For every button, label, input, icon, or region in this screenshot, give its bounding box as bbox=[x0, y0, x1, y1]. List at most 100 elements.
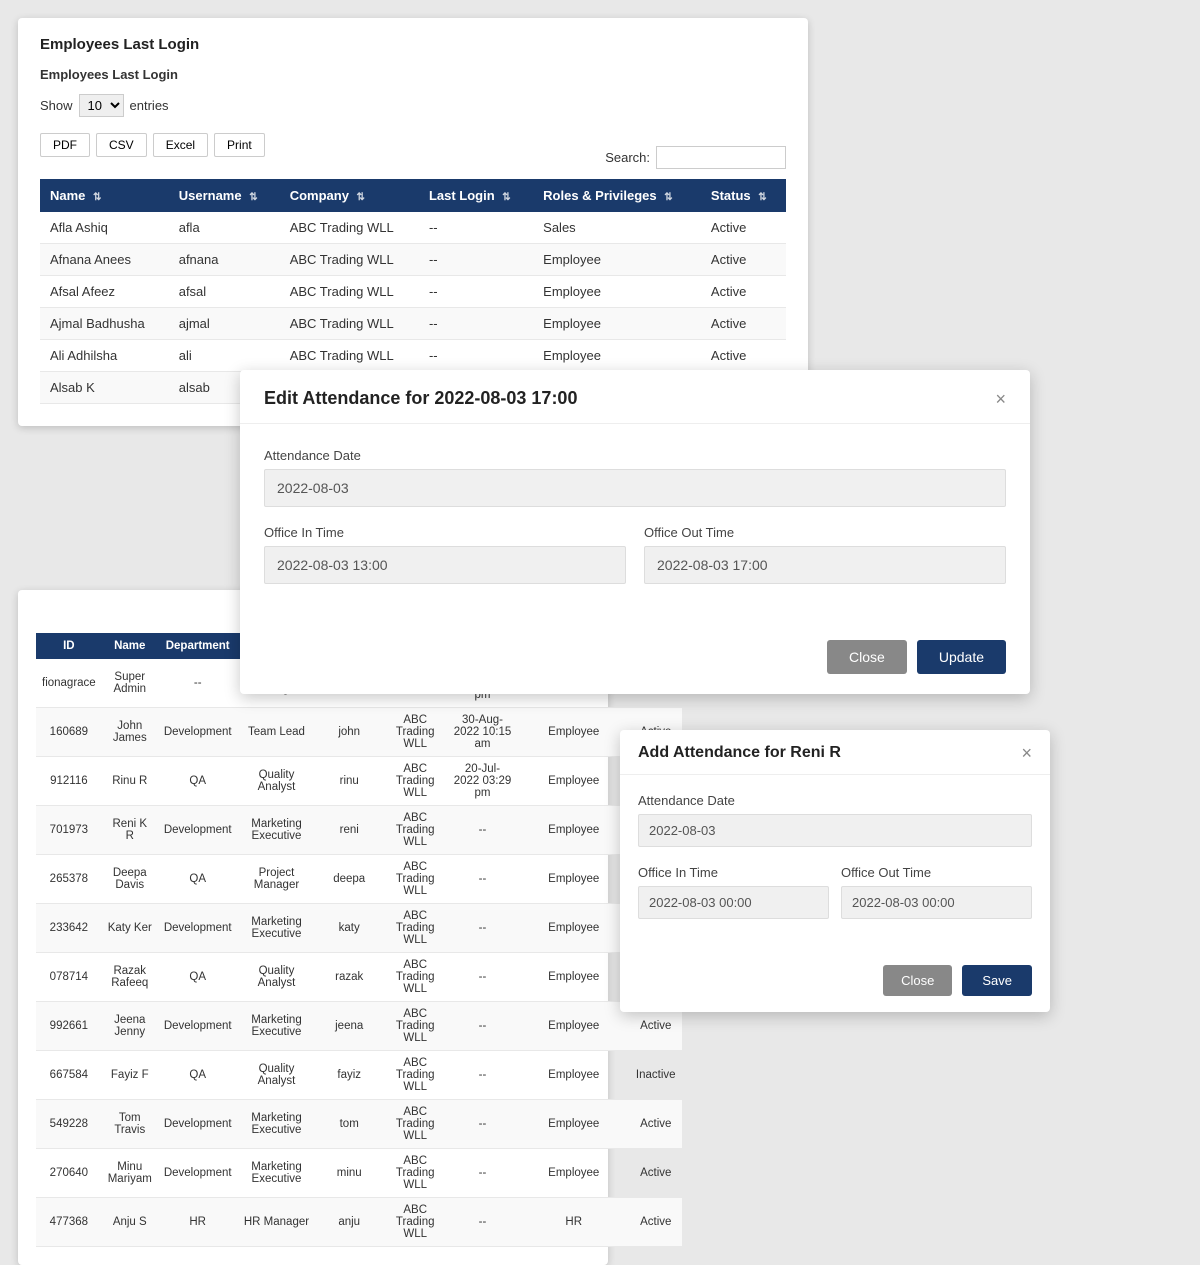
cell-name: Jeena Jenny bbox=[102, 1002, 158, 1051]
cell-name: Super Admin bbox=[102, 659, 158, 708]
modal-edit-title: Edit Attendance for 2022-08-03 17:00 bbox=[264, 388, 577, 409]
sort-icon-roles: ⇅ bbox=[664, 192, 672, 203]
table-row: Afsal Afeez afsal ABC Trading WLL -- Emp… bbox=[40, 276, 786, 308]
cell-company: ABC Trading WLL bbox=[383, 904, 447, 953]
office-in-value: 2022-08-03 13:00 bbox=[264, 546, 626, 584]
employees-top-card: Employees Last Login Employees Last Logi… bbox=[18, 18, 808, 426]
office-out-value: 2022-08-03 17:00 bbox=[644, 546, 1006, 584]
cell-lastlogin: 20-Jul-2022 03:29 pm bbox=[447, 757, 517, 806]
cell-username: minu bbox=[315, 1149, 383, 1198]
modal-add-title: Add Attendance for Reni R bbox=[638, 744, 841, 762]
col-dept: Department bbox=[158, 633, 238, 659]
add-save-button[interactable]: Save bbox=[962, 965, 1032, 996]
cell-dept: QA bbox=[158, 855, 238, 904]
cell-lastlogin: -- bbox=[447, 1002, 517, 1051]
cell-roles: Employee bbox=[518, 855, 630, 904]
cell-username: fayiz bbox=[315, 1051, 383, 1100]
table-row: Afnana Anees afnana ABC Trading WLL -- E… bbox=[40, 244, 786, 276]
cell-desig: Marketing Executive bbox=[238, 1100, 316, 1149]
cell-username: afnana bbox=[169, 244, 280, 276]
cell-dept: QA bbox=[158, 1051, 238, 1100]
add-office-in-label: Office In Time bbox=[638, 865, 829, 880]
search-input[interactable] bbox=[656, 146, 786, 169]
cell-name: Minu Mariyam bbox=[102, 1149, 158, 1198]
cell-status: Active bbox=[701, 244, 786, 276]
table-row: Ali Adhilsha ali ABC Trading WLL -- Empl… bbox=[40, 340, 786, 372]
cell-company: ABC Trading WLL bbox=[383, 1051, 447, 1100]
pdf-button[interactable]: PDF bbox=[40, 133, 90, 157]
cell-username: razak bbox=[315, 953, 383, 1002]
cell-id: 701973 bbox=[36, 806, 102, 855]
cell-name: Fayiz F bbox=[102, 1051, 158, 1100]
cell-username: katy bbox=[315, 904, 383, 953]
cell-dept: Development bbox=[158, 904, 238, 953]
show-entries-row: Show 10 25 50 entries bbox=[40, 94, 265, 117]
attendance-date-label: Attendance Date bbox=[264, 448, 1006, 463]
cell-lastlogin: -- bbox=[447, 806, 517, 855]
table-row: 265378 Deepa Davis QA Project Manager de… bbox=[36, 855, 682, 904]
cell-username: jeena bbox=[315, 1002, 383, 1051]
entries-select[interactable]: 10 25 50 bbox=[79, 94, 124, 117]
add-office-in-value: 2022-08-03 00:00 bbox=[638, 886, 829, 919]
sort-icon-name: ⇅ bbox=[93, 192, 101, 203]
cell-name: Afnana Anees bbox=[40, 244, 169, 276]
cell-desig: Project Manager bbox=[238, 855, 316, 904]
edit-close-button[interactable]: Close bbox=[827, 640, 907, 674]
add-office-in-group: Office In Time 2022-08-03 00:00 bbox=[638, 865, 829, 919]
cell-status: Active bbox=[701, 276, 786, 308]
cell-roles: Employee bbox=[518, 757, 630, 806]
table-row: 233642 Katy Ker Development Marketing Ex… bbox=[36, 904, 682, 953]
cell-desig: Quality Analyst bbox=[238, 757, 316, 806]
table-row: 992661 Jeena Jenny Development Marketing… bbox=[36, 1002, 682, 1051]
sort-icon-lastlogin: ⇅ bbox=[502, 192, 510, 203]
cell-username: ajmal bbox=[169, 308, 280, 340]
modal-add-close-icon[interactable]: × bbox=[1021, 744, 1032, 762]
cell-lastlogin: -- bbox=[447, 953, 517, 1002]
cell-id: 270640 bbox=[36, 1149, 102, 1198]
cell-name: Ajmal Badhusha bbox=[40, 308, 169, 340]
edit-attendance-modal: Edit Attendance for 2022-08-03 17:00 × A… bbox=[240, 370, 1030, 694]
attendance-date-group: Attendance Date 2022-08-03 bbox=[264, 448, 1006, 507]
office-in-label: Office In Time bbox=[264, 525, 626, 540]
cell-name: Rinu R bbox=[102, 757, 158, 806]
cell-desig: Marketing Executive bbox=[238, 1002, 316, 1051]
cell-lastlogin: -- bbox=[447, 1198, 517, 1247]
cell-dept: QA bbox=[158, 757, 238, 806]
add-attendance-date-label: Attendance Date bbox=[638, 793, 1032, 808]
cell-company: ABC Trading WLL bbox=[383, 953, 447, 1002]
col-name: Name ⇅ bbox=[40, 179, 169, 212]
col-roles: Roles & Privileges ⇅ bbox=[533, 179, 701, 212]
cell-username: tom bbox=[315, 1100, 383, 1149]
cell-roles: Sales bbox=[533, 212, 701, 244]
cell-roles: Employee bbox=[518, 1002, 630, 1051]
modal-edit-body: Attendance Date 2022-08-03 Office In Tim… bbox=[240, 424, 1030, 626]
cell-id: 549228 bbox=[36, 1100, 102, 1149]
cell-company: ABC Trading WLL bbox=[383, 806, 447, 855]
cell-name: Ali Adhilsha bbox=[40, 340, 169, 372]
csv-button[interactable]: CSV bbox=[96, 133, 147, 157]
cell-username: john bbox=[315, 708, 383, 757]
col-id: ID bbox=[36, 633, 102, 659]
cell-roles: Employee bbox=[533, 276, 701, 308]
cell-company: ABC Trading WLL bbox=[280, 244, 419, 276]
cell-roles: Employee bbox=[533, 340, 701, 372]
cell-lastlogin: -- bbox=[447, 1149, 517, 1198]
cell-dept: Development bbox=[158, 806, 238, 855]
add-close-button[interactable]: Close bbox=[883, 965, 952, 996]
card-top-title: Employees Last Login bbox=[40, 36, 786, 53]
edit-update-button[interactable]: Update bbox=[917, 640, 1006, 674]
attendance-date-value: 2022-08-03 bbox=[264, 469, 1006, 507]
cell-desig: Quality Analyst bbox=[238, 953, 316, 1002]
cell-roles: Employee bbox=[518, 1149, 630, 1198]
cell-lastlogin: -- bbox=[419, 276, 533, 308]
modal-edit-close-icon[interactable]: × bbox=[995, 390, 1006, 408]
cell-status: Active bbox=[630, 1198, 682, 1247]
print-button[interactable]: Print bbox=[214, 133, 265, 157]
office-out-label: Office Out Time bbox=[644, 525, 1006, 540]
cell-id: 078714 bbox=[36, 953, 102, 1002]
cell-id: 233642 bbox=[36, 904, 102, 953]
cell-company: ABC Trading WLL bbox=[383, 708, 447, 757]
excel-button[interactable]: Excel bbox=[153, 133, 208, 157]
cell-company: ABC Trading WLL bbox=[280, 340, 419, 372]
cell-username: anju bbox=[315, 1198, 383, 1247]
